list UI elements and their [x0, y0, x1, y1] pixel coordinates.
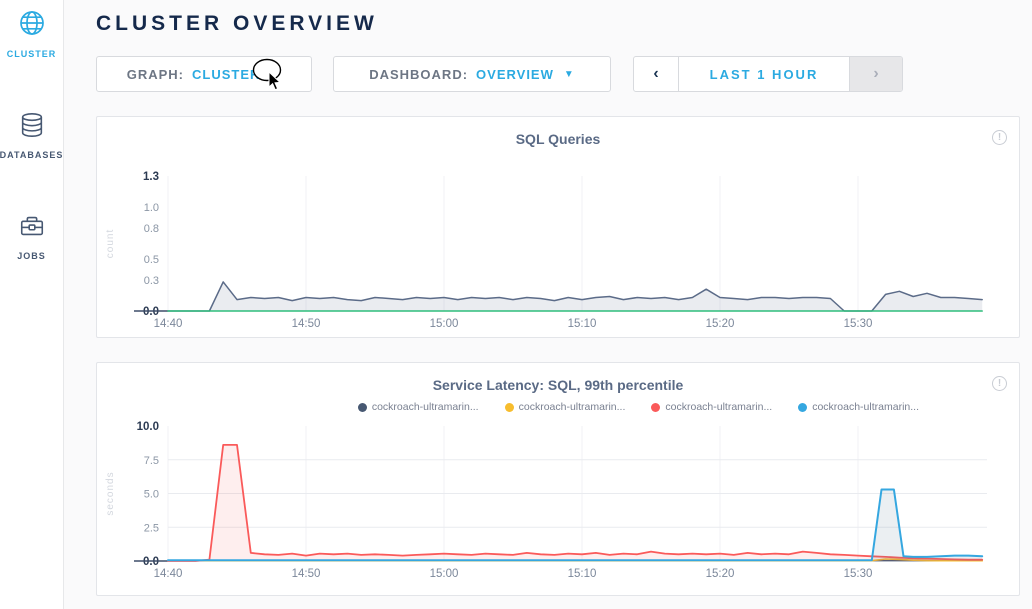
service-latency-panel: Service Latency: SQL, 99th percentile ! … [96, 362, 1020, 596]
info-icon[interactable]: ! [992, 130, 1007, 145]
legend-label: cockroach-ultramarin... [519, 401, 626, 413]
legend-item[interactable]: cockroach-ultramarin... [651, 401, 772, 413]
page-title: CLUSTER OVERVIEW [96, 0, 1020, 36]
sidebar-item-cluster[interactable]: CLUSTER [0, 8, 64, 59]
svg-text:15:10: 15:10 [568, 318, 597, 330]
svg-text:1.0: 1.0 [144, 202, 159, 214]
briefcase-icon [18, 212, 46, 245]
time-next-button[interactable]: › [850, 57, 902, 91]
svg-text:15:10: 15:10 [568, 568, 597, 580]
controls-bar: GRAPH: CLUSTER ▼ DASHBOARD: OVERVIEW ▼ ‹… [96, 56, 1020, 92]
svg-text:2.5: 2.5 [144, 522, 159, 534]
time-window-control: ‹ LAST 1 HOUR › [633, 56, 903, 92]
chart-title: Service Latency: SQL, 99th percentile [97, 363, 1019, 393]
svg-text:5.0: 5.0 [144, 489, 159, 501]
chart-title: SQL Queries [97, 117, 1019, 147]
time-window-label[interactable]: LAST 1 HOUR [678, 57, 850, 91]
time-prev-button[interactable]: ‹ [634, 57, 678, 91]
service-latency-chart[interactable]: 14:40 14:50 15:00 15:10 15:20 15:30 0.0 2.5 5.0 7… [97, 417, 1019, 595]
svg-text:seconds: seconds [105, 471, 116, 515]
svg-text:7.5: 7.5 [144, 455, 159, 467]
svg-text:0.0: 0.0 [143, 556, 159, 568]
svg-text:0.3: 0.3 [144, 275, 159, 287]
svg-text:0.5: 0.5 [144, 254, 159, 266]
sidebar-item-label: JOBS [17, 251, 46, 261]
svg-text:14:40: 14:40 [154, 318, 183, 330]
sidebar: CLUSTER DATABASES JOBS [0, 0, 64, 609]
chevron-down-icon: ▼ [564, 69, 575, 80]
svg-text:10.0: 10.0 [137, 421, 159, 433]
chevron-down-icon: ▼ [270, 69, 281, 80]
graph-dropdown[interactable]: GRAPH: CLUSTER ▼ [96, 56, 312, 92]
svg-text:0.0: 0.0 [143, 306, 159, 318]
database-icon [18, 111, 46, 144]
legend-label: cockroach-ultramarin... [665, 401, 772, 413]
dashboard-dropdown-value: OVERVIEW [476, 67, 554, 82]
legend-dot-icon [798, 403, 807, 412]
dashboard-dropdown[interactable]: DASHBOARD: OVERVIEW ▼ [333, 56, 611, 92]
legend-dot-icon [651, 403, 660, 412]
chart-legend: cockroach-ultramarin... cockroach-ultrama… [97, 401, 1019, 413]
svg-text:15:20: 15:20 [706, 318, 735, 330]
legend-dot-icon [505, 403, 514, 412]
legend-dot-icon [358, 403, 367, 412]
svg-text:14:50: 14:50 [292, 318, 321, 330]
sql-queries-chart[interactable]: 14:40 14:50 15:00 15:10 15:20 15:30 0.0 0.3 0.5 0… [97, 151, 1019, 337]
globe-icon [17, 8, 47, 43]
svg-text:15:30: 15:30 [844, 318, 873, 330]
dashboard-dropdown-label: DASHBOARD: [369, 67, 468, 82]
sidebar-item-label: CLUSTER [7, 49, 57, 59]
svg-text:count: count [105, 229, 116, 258]
graph-dropdown-label: GRAPH: [127, 67, 184, 82]
sidebar-item-databases[interactable]: DATABASES [0, 111, 64, 160]
legend-item[interactable]: cockroach-ultramarin... [798, 401, 919, 413]
legend-item[interactable]: cockroach-ultramarin... [358, 401, 479, 413]
graph-dropdown-value: CLUSTER [192, 67, 260, 82]
svg-text:15:00: 15:00 [430, 568, 459, 580]
legend-label: cockroach-ultramarin... [372, 401, 479, 413]
main-content: CLUSTER OVERVIEW GRAPH: CLUSTER ▼ DASHBO… [64, 0, 1032, 596]
sidebar-item-jobs[interactable]: JOBS [0, 212, 64, 261]
sql-queries-panel: SQL Queries ! 14:4014:5015:0015:1015:201… [96, 116, 1020, 338]
sidebar-item-label: DATABASES [0, 150, 63, 160]
svg-text:14:40: 14:40 [154, 568, 183, 580]
svg-text:14:50: 14:50 [292, 568, 321, 580]
info-icon[interactable]: ! [992, 376, 1007, 391]
svg-text:15:30: 15:30 [844, 568, 873, 580]
svg-text:15:00: 15:00 [430, 318, 459, 330]
svg-text:1.3: 1.3 [143, 171, 159, 183]
legend-item[interactable]: cockroach-ultramarin... [505, 401, 626, 413]
svg-text:0.8: 0.8 [144, 223, 159, 235]
svg-text:15:20: 15:20 [706, 568, 735, 580]
legend-label: cockroach-ultramarin... [812, 401, 919, 413]
